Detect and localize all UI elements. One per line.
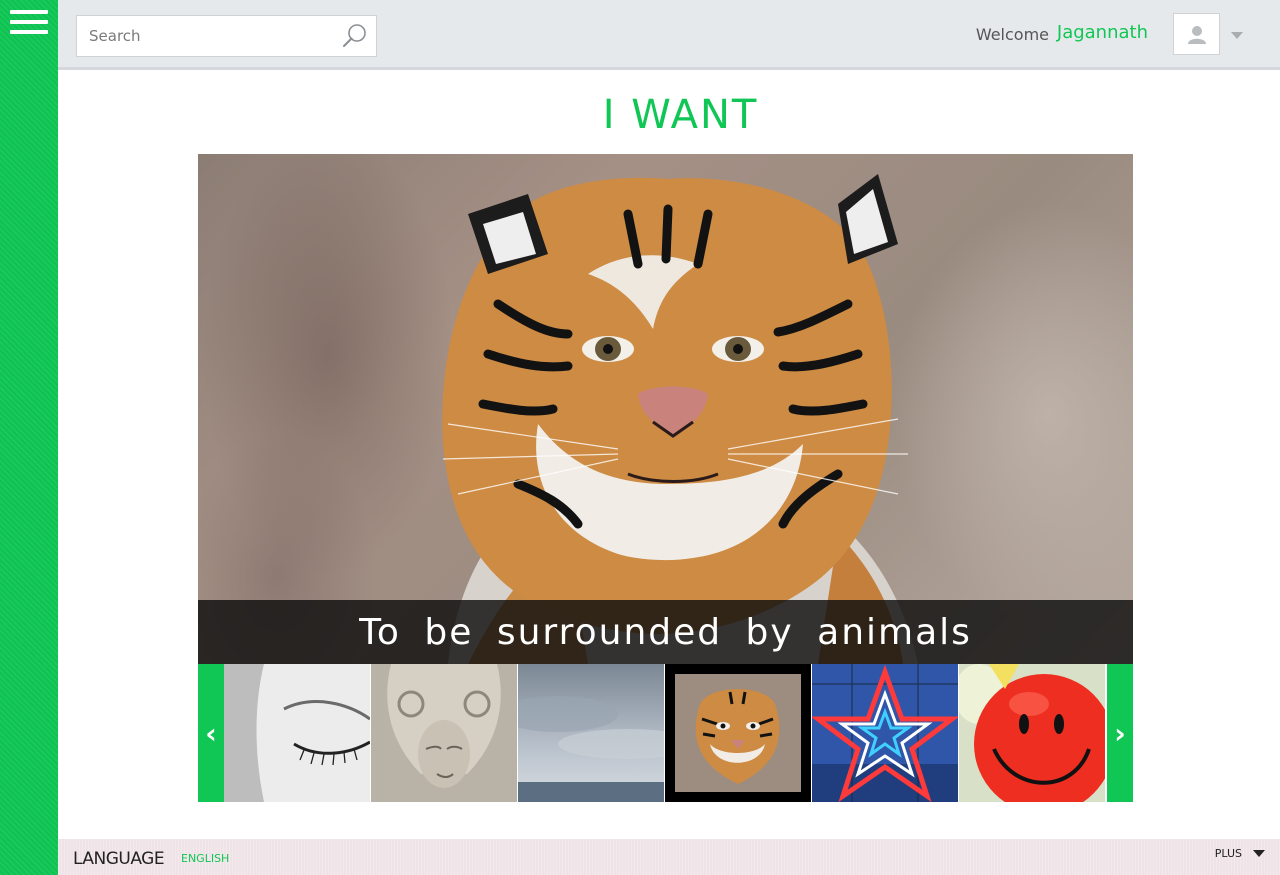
plus-menu-label[interactable]: PLUS xyxy=(1215,847,1242,860)
search-input[interactable] xyxy=(77,16,332,56)
user-menu-chevron-down-icon[interactable] xyxy=(1231,32,1243,39)
search-icon[interactable] xyxy=(342,23,368,49)
thumbnail-neon-star[interactable] xyxy=(812,664,958,802)
header: Welcome Jagannath xyxy=(58,0,1280,70)
caption-text: To be surrounded by animals xyxy=(359,611,972,653)
search-box xyxy=(76,15,377,57)
page-title: I WANT xyxy=(602,92,759,138)
caption-bar: To be surrounded by animals xyxy=(198,600,1133,664)
plus-chevron-down-icon[interactable] xyxy=(1253,850,1265,857)
thumbnail-cloudy-sky[interactable] xyxy=(518,664,664,802)
avatar[interactable] xyxy=(1173,13,1220,55)
left-rail xyxy=(0,0,58,875)
user-icon xyxy=(1188,26,1206,44)
thumbnail-tiger[interactable] xyxy=(665,664,811,802)
thumbnail-smiley-balloon[interactable] xyxy=(959,664,1105,802)
username-link[interactable]: Jagannath xyxy=(1057,22,1148,43)
thumbnail-carousel: ‹ › xyxy=(198,664,1133,802)
language-label: LANGUAGE xyxy=(73,849,165,869)
welcome-label: Welcome xyxy=(975,25,1049,44)
thumbnail-stone-carving[interactable] xyxy=(371,664,517,802)
carousel-next-button[interactable]: › xyxy=(1107,664,1133,802)
tiger-image xyxy=(442,174,918,664)
language-select[interactable]: ENGLISH xyxy=(181,852,229,865)
thumbnail-closed-eye[interactable] xyxy=(224,664,370,802)
menu-icon[interactable] xyxy=(10,10,48,38)
footer: LANGUAGE ENGLISH PLUS xyxy=(58,839,1280,875)
hero-image: To be surrounded by animals xyxy=(198,154,1133,664)
carousel-prev-button[interactable]: ‹ xyxy=(198,664,224,802)
